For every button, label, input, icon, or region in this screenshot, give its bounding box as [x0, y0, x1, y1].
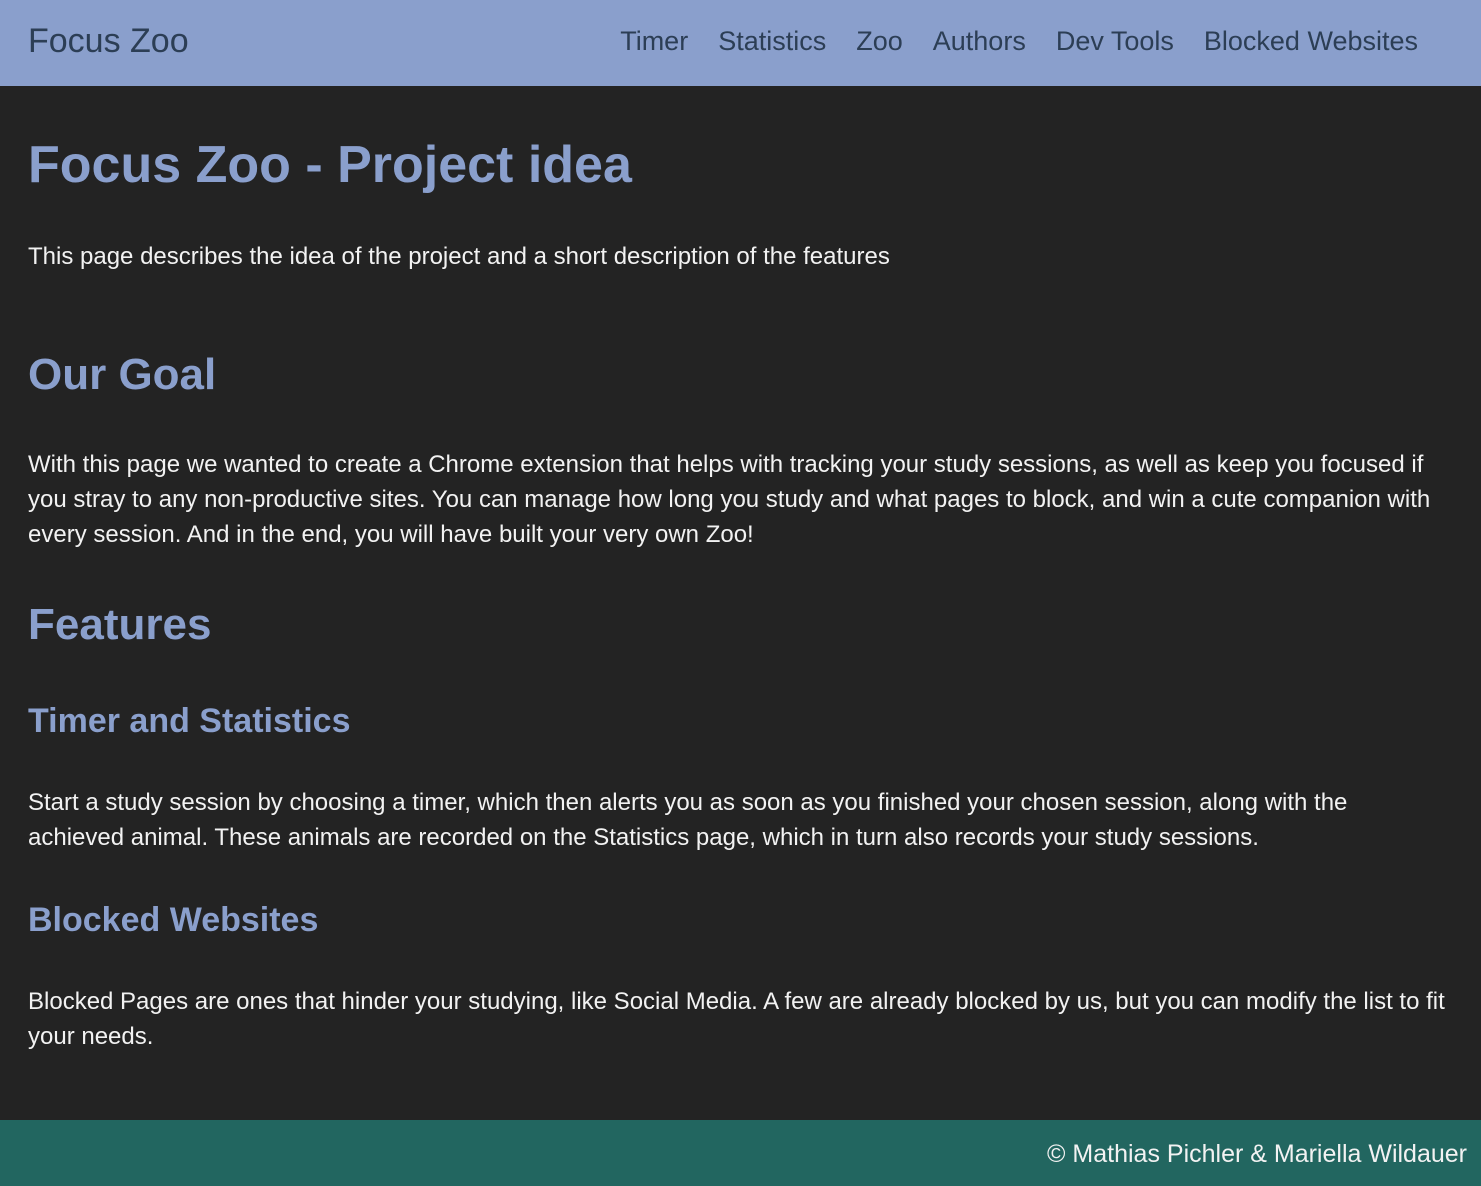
nav-link-statistics[interactable]: Statistics: [703, 22, 841, 60]
nav-link-authors[interactable]: Authors: [918, 22, 1041, 60]
intro-text: This page describes the idea of the proj…: [28, 243, 890, 270]
navbar: Focus Zoo Timer Statistics Zoo Authors D…: [0, 0, 1481, 86]
features-heading: Features: [28, 600, 212, 649]
goal-text: With this page we wanted to create a Chr…: [28, 451, 1431, 548]
page: Focus Zoo Timer Statistics Zoo Authors D…: [0, 0, 1481, 1186]
blocked-websites-text: Blocked Pages are ones that hinder your …: [28, 988, 1445, 1050]
nav-link-dev-tools[interactable]: Dev Tools: [1041, 22, 1189, 60]
blocked-websites-heading: Blocked Websites: [28, 901, 319, 939]
goal-heading: Our Goal: [28, 350, 217, 399]
brand-link[interactable]: Focus Zoo: [28, 20, 189, 62]
copyright-text: © Mathias Pichler & Mariella Wildauer: [1047, 1140, 1467, 1168]
nav-link-blocked-websites[interactable]: Blocked Websites: [1189, 22, 1418, 60]
timer-statistics-heading: Timer and Statistics: [28, 702, 351, 740]
nav-link-timer[interactable]: Timer: [605, 22, 703, 60]
nav-link-zoo[interactable]: Zoo: [841, 22, 918, 60]
footer: © Mathias Pichler & Mariella Wildauer: [0, 1120, 1481, 1186]
nav-links: Timer Statistics Zoo Authors Dev Tools B…: [605, 22, 1418, 60]
page-title: Focus Zoo - Project idea: [28, 136, 632, 194]
timer-statistics-text: Start a study session by choosing a time…: [28, 789, 1348, 851]
